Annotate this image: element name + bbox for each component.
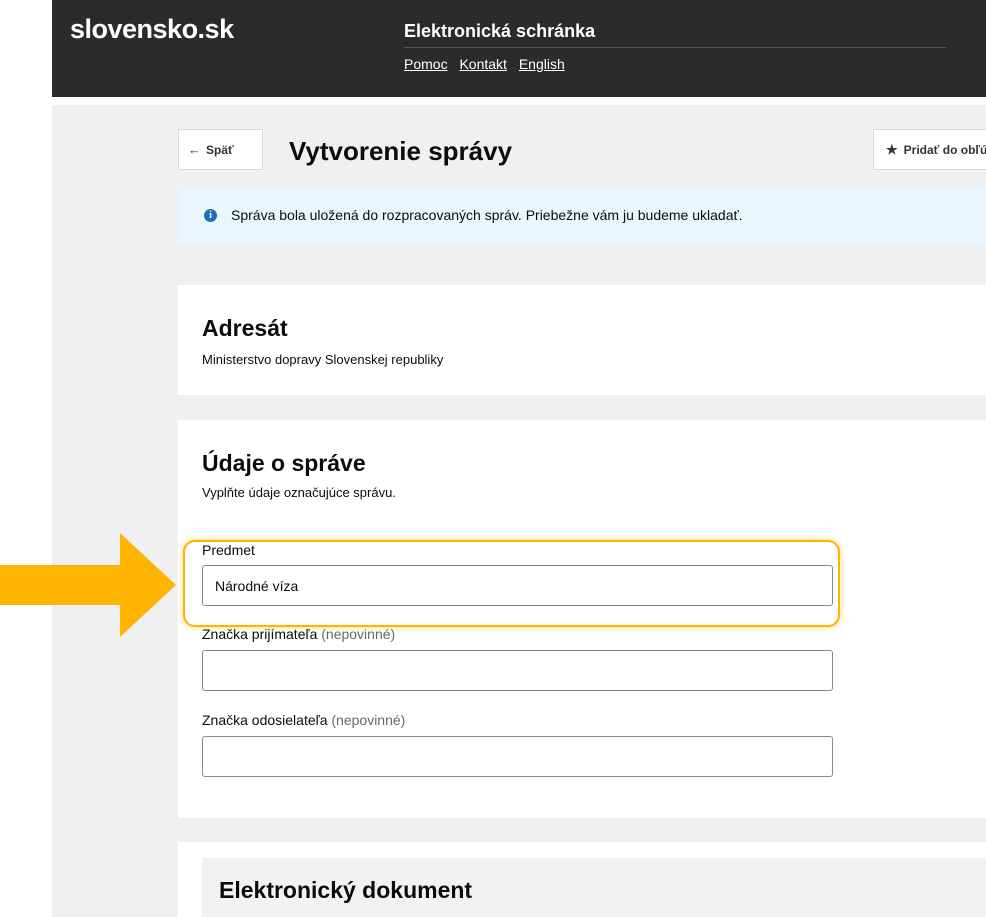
sender-ref-label-text: Značka odosielateľa [202,712,328,728]
site-header: slovensko.sk Elektronická schránka Pomoc… [0,0,986,109]
contact-link[interactable]: Kontakt [459,56,506,72]
header-divider [404,47,946,48]
add-favorite-label: Pridať do obľúbených [903,142,986,157]
recipient-ref-label: Značka prijímateľa (nepovinné) [202,626,395,642]
back-label: Späť [206,142,234,157]
info-banner: i Správa bola uložená do rozpracovaných … [178,186,986,244]
addressee-panel: Adresát Ministerstvo dopravy Slovenskej … [178,285,986,395]
recipient-ref-optional: (nepovinné) [321,626,396,642]
sender-ref-label: Značka odosielateľa (nepovinné) [202,712,405,728]
addressee-name: Ministerstvo dopravy Slovenskej republik… [202,352,444,367]
header-nav: Pomoc Kontakt English [404,56,573,72]
flag-stripe [52,97,986,109]
arrow-left-icon: ← [188,142,201,157]
star-icon: ★ [886,141,898,157]
highlight-outline [183,540,840,627]
sender-ref-optional: (nepovinné) [331,712,406,728]
recipient-ref-input[interactable] [202,650,833,691]
message-details-heading: Údaje o správe [202,450,366,476]
add-favorite-button[interactable]: ★ Pridať do obľúbených [873,129,986,170]
service-name[interactable]: Elektronická schránka [404,21,595,42]
info-banner-text: Správa bola uložená do rozpracovaných sp… [231,207,743,223]
document-heading: Elektronický dokument [219,877,473,903]
english-link[interactable]: English [519,56,565,72]
page-title: Vytvorenie správy [289,136,513,166]
back-button[interactable]: ← Späť [178,129,263,170]
info-icon: i [204,208,217,222]
help-link[interactable]: Pomoc [404,56,448,72]
sender-ref-input[interactable] [202,736,833,777]
site-logo[interactable]: slovensko.sk [70,14,234,45]
pointer-arrow-icon [0,533,176,637]
recipient-ref-label-text: Značka prijímateľa [202,626,318,642]
message-details-subtitle: Vyplňte údaje označujúce správu. [202,485,396,500]
addressee-heading: Adresát [202,315,288,341]
